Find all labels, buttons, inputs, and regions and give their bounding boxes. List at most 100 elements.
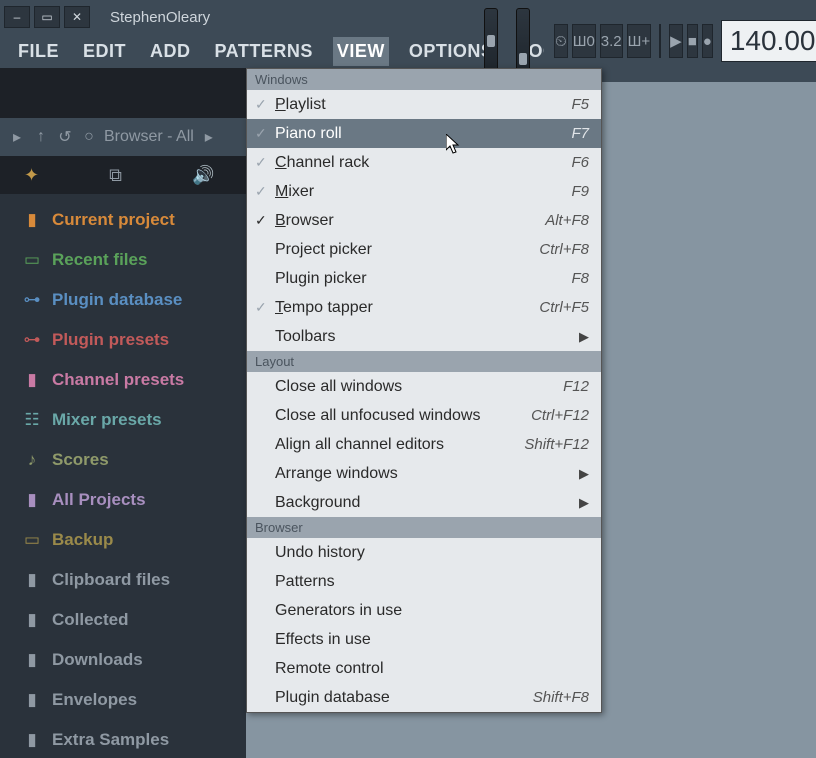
collapse-icon[interactable]: ▸ — [8, 128, 26, 146]
favorite-icon[interactable]: ✦ — [24, 165, 39, 186]
sliders-icon: ☷ — [22, 410, 42, 430]
browser-item-downloads[interactable]: ▮Downloads — [0, 640, 246, 680]
menu-item-plugin-database[interactable]: Plugin databaseShift+F8 — [247, 683, 601, 712]
menu-item-undo-history[interactable]: Undo history — [247, 538, 601, 567]
hint-bar — [0, 68, 246, 118]
menu-item-background[interactable]: Background▶ — [247, 488, 601, 517]
note-icon: ♪ — [22, 450, 42, 470]
menu-item-tempo-tapper[interactable]: ✓Tempo tapperCtrl+F5 — [247, 293, 601, 322]
volume-slider[interactable] — [516, 8, 530, 72]
check-icon: ✓ — [255, 183, 267, 200]
browser-item-label: Backup — [52, 530, 113, 550]
menu-item-label: Plugin database — [275, 689, 533, 707]
browser-item-plugin-database[interactable]: ⊶ Plugin database — [0, 280, 246, 320]
browser-item-plugin-presets[interactable]: ⊶Plugin presets — [0, 320, 246, 360]
refresh-icon[interactable]: ↺ — [56, 128, 74, 146]
folder-icon: ▮ — [22, 730, 42, 750]
browser-item-recent-files[interactable]: ▭Recent files — [0, 240, 246, 280]
folder-icon: ▮ — [22, 210, 42, 230]
menu-item-label: Piano roll — [275, 125, 571, 143]
submenu-arrow-icon: ▶ — [579, 466, 589, 482]
metronome-button[interactable]: ⏲ — [554, 24, 568, 58]
plug-icon: ⊶ — [22, 330, 42, 350]
menu-item-browser[interactable]: ✓BrowserAlt+F8 — [247, 206, 601, 235]
browser-item-current-project[interactable]: ▮Current project — [0, 200, 246, 240]
browser-tree: ▮Current project▭Recent files ⊶ Plugin dat… — [0, 194, 246, 758]
menu-item-shortcut: F6 — [571, 154, 589, 171]
menu-item-piano-roll[interactable]: ✓Piano rollF7 — [247, 119, 601, 148]
up-arrow-icon[interactable]: ↑ — [32, 128, 50, 146]
menu-item-generators-in-use[interactable]: Generators in use — [247, 596, 601, 625]
wait-input-button[interactable]: Ш0 — [572, 24, 596, 58]
browser-item-label: Collected — [52, 610, 129, 630]
browser-item-all-projects[interactable]: ▮All Projects — [0, 480, 246, 520]
maximize-button[interactable]: ▭ — [34, 6, 60, 28]
menu-item-label: Project picker — [275, 241, 539, 259]
menu-item-arrange-windows[interactable]: Arrange windows▶ — [247, 459, 601, 488]
menu-item-shortcut: F9 — [571, 183, 589, 200]
countdown-display[interactable]: 3.2 — [600, 24, 623, 58]
folder-icon: ▮ — [22, 610, 42, 630]
menu-item-project-picker[interactable]: Project pickerCtrl+F8 — [247, 235, 601, 264]
browser-item-mixer-presets[interactable]: ☷Mixer presets — [0, 400, 246, 440]
menu-item-label: Tempo tapper — [275, 299, 539, 317]
chevron-right-icon[interactable]: ▸ — [200, 128, 218, 146]
menu-item-shortcut: F7 — [571, 125, 589, 142]
record-button[interactable]: ● — [702, 24, 713, 58]
close-button[interactable]: ✕ — [64, 6, 90, 28]
menu-item-shortcut: Ctrl+F8 — [539, 241, 589, 258]
menu-item-channel-rack[interactable]: ✓ Channel rackF6 — [247, 148, 601, 177]
menu-view[interactable]: VIEW — [333, 37, 389, 66]
browser-item-scores[interactable]: ♪Scores — [0, 440, 246, 480]
undo-button[interactable] — [659, 24, 661, 58]
browser-item-label: All Projects — [52, 490, 146, 510]
folder-open-icon: ▭ — [22, 250, 42, 270]
folder-icon: ▮ — [22, 370, 42, 390]
menu-item-toolbars[interactable]: Toolbars▶ — [247, 322, 601, 351]
tempo-display[interactable]: 140.000 — [721, 20, 816, 62]
search-icon[interactable]: ○ — [80, 128, 98, 146]
browser-item-clipboard-files[interactable]: ▮Clipboard files — [0, 560, 246, 600]
menu-item-effects-in-use[interactable]: Effects in use — [247, 625, 601, 654]
plug-icon: ⊶ — [22, 290, 42, 310]
menu-item-close-all-windows[interactable]: Close all windowsF12 — [247, 372, 601, 401]
menu-item-label: Effects in use — [275, 631, 589, 649]
browser-header: ▸ ↑ ↺ ○ Browser - All ▸ — [0, 118, 246, 156]
browser-title: Browser - All — [104, 128, 194, 146]
speaker-icon[interactable]: 🔊 — [192, 165, 214, 186]
menu-section-browser: Browser — [247, 517, 601, 538]
menu-add[interactable]: ADD — [146, 37, 195, 66]
browser-item-channel-presets[interactable]: ▮Channel presets — [0, 360, 246, 400]
menu-item-label: Undo history — [275, 544, 589, 562]
menu-item-label: Channel rack — [275, 154, 571, 172]
folder-icon: ▮ — [22, 650, 42, 670]
menu-item-shortcut: F12 — [563, 378, 589, 395]
menu-item-plugin-picker[interactable]: Plugin pickerF8 — [247, 264, 601, 293]
browser-item-collected[interactable]: ▮ Collected — [0, 600, 246, 640]
minimize-button[interactable]: – — [4, 6, 30, 28]
menu-item-mixer[interactable]: ✓MixerF9 — [247, 177, 601, 206]
menu-item-label: Patterns — [275, 573, 589, 591]
menu-item-playlist[interactable]: ✓PlaylistF5 — [247, 90, 601, 119]
play-button[interactable]: ▶ — [669, 24, 683, 58]
menu-item-align-all-channel-editors[interactable]: Align all channel editorsShift+F12 — [247, 430, 601, 459]
menu-edit[interactable]: EDIT — [79, 37, 130, 66]
browser-item-envelopes[interactable]: ▮Envelopes — [0, 680, 246, 720]
browser-item-backup[interactable]: ▭Backup — [0, 520, 246, 560]
menu-patterns[interactable]: PATTERNS — [211, 37, 317, 66]
stop-button[interactable]: ■ — [687, 24, 698, 58]
menu-item-remote-control[interactable]: Remote control — [247, 654, 601, 683]
browser-item-label: Plugin database — [52, 290, 182, 310]
check-icon: ✓ — [255, 96, 267, 113]
copy-icon[interactable]: ⧉ — [109, 165, 122, 186]
browser-item-extra-samples[interactable]: ▮Extra Samples — [0, 720, 246, 758]
check-icon: ✓ — [255, 154, 267, 171]
menu-file[interactable]: FILE — [14, 37, 63, 66]
menu-item-label: Remote control — [275, 660, 589, 678]
menu-item-close-all-unfocused-windows[interactable]: Close all unfocused windowsCtrl+F12 — [247, 401, 601, 430]
menu-item-shortcut: F5 — [571, 96, 589, 113]
pitch-slider[interactable] — [484, 8, 498, 72]
step-edit-button[interactable]: Ш+ — [627, 24, 652, 58]
view-dropdown: Windows✓PlaylistF5✓Piano rollF7✓Channel … — [246, 68, 602, 713]
menu-item-patterns[interactable]: Patterns — [247, 567, 601, 596]
